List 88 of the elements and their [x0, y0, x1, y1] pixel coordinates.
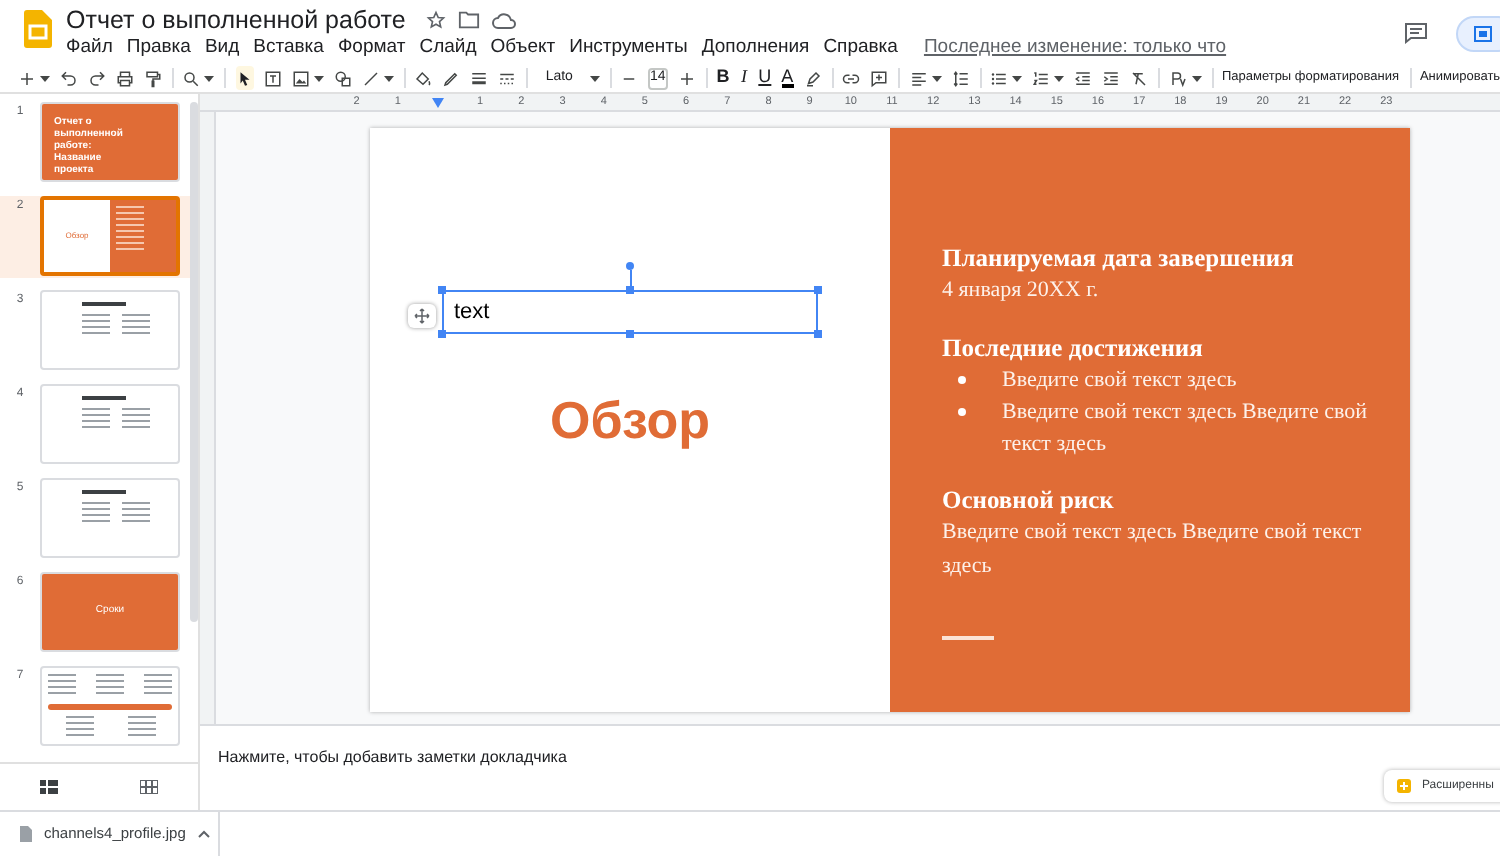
comment-icon[interactable]: [1404, 22, 1428, 44]
resize-handle[interactable]: [814, 330, 822, 338]
menu-item[interactable]: Дополнения: [701, 36, 810, 60]
speaker-notes-field[interactable]: Нажмите, чтобы добавить заметки докладчика: [218, 746, 567, 770]
line-icon[interactable]: [361, 69, 380, 87]
rotate-handle[interactable]: [626, 262, 634, 270]
menu-item[interactable]: Инструменты: [569, 36, 688, 60]
menu-item[interactable]: Объект: [490, 36, 556, 60]
line-spacing-icon[interactable]: [951, 69, 970, 87]
text-box[interactable]: text: [442, 290, 818, 334]
redo-icon[interactable]: [88, 69, 106, 87]
italic-button[interactable]: I: [739, 64, 749, 92]
bold-button[interactable]: B: [716, 64, 730, 92]
text-box-text: text: [454, 300, 490, 324]
caret-icon[interactable]: [589, 75, 599, 81]
present-icon: [1474, 26, 1492, 42]
slide-thumbnail[interactable]: [40, 290, 180, 370]
slide-canvas[interactable]: [370, 128, 1410, 712]
section-text: Введите свой текст здесь Введите свой текст здесь: [942, 518, 1364, 582]
grid-view-icon[interactable]: [139, 780, 158, 794]
align-icon[interactable]: [909, 69, 928, 87]
numbered-list-icon[interactable]: [1032, 69, 1051, 87]
chevron-up-icon[interactable]: [197, 830, 210, 838]
caret-icon[interactable]: [313, 75, 324, 81]
accent-line: [942, 636, 994, 640]
cursor-icon[interactable]: [235, 66, 254, 90]
move-handle[interactable]: [408, 304, 436, 328]
bullet-text: Введите свой текст здесь: [1002, 366, 1237, 396]
highlighter-icon[interactable]: [803, 69, 822, 87]
decrease-indent-icon[interactable]: [1074, 69, 1093, 87]
caret-icon[interactable]: [931, 75, 942, 81]
indent-marker-icon[interactable]: [432, 97, 445, 107]
underline-button[interactable]: U: [758, 64, 772, 92]
slide-thumbnail[interactable]: [40, 478, 180, 558]
paint-roller-icon[interactable]: [144, 69, 162, 87]
print-icon[interactable]: [116, 69, 134, 87]
section-text: 4 января 20XX г.: [942, 276, 1101, 306]
dashed-line-icon[interactable]: [498, 69, 517, 87]
bullet-icon: [958, 376, 966, 384]
resize-handle[interactable]: [814, 286, 822, 294]
caret-icon[interactable]: [383, 75, 394, 81]
text-box-icon[interactable]: [263, 69, 282, 87]
undo-icon[interactable]: [60, 69, 78, 87]
menu-item[interactable]: Формат: [337, 36, 406, 60]
zoom-icon[interactable]: [182, 69, 201, 87]
document-title[interactable]: Отчет о выполненной работе: [66, 4, 406, 36]
menu-item[interactable]: Правка: [126, 36, 191, 60]
caret-icon[interactable]: [40, 75, 50, 81]
text-color-button[interactable]: A: [781, 68, 794, 88]
shapes-icon[interactable]: [333, 69, 352, 87]
pv-icon[interactable]: [1169, 69, 1187, 87]
resize-handle[interactable]: [626, 286, 634, 294]
filmstrip-view-icon[interactable]: [40, 780, 59, 794]
pen-icon[interactable]: [442, 69, 461, 87]
resize-handle[interactable]: [438, 330, 446, 338]
link-icon[interactable]: [842, 69, 861, 87]
menu-item[interactable]: Слайд: [419, 36, 477, 60]
increase-indent-icon[interactable]: [1102, 69, 1121, 87]
clear-formatting-icon[interactable]: [1130, 69, 1149, 87]
section-heading: Последние достижения: [942, 332, 1205, 364]
present-button[interactable]: [1456, 16, 1500, 52]
folder-icon[interactable]: [457, 10, 480, 30]
menu-item[interactable]: Справка: [823, 36, 898, 60]
section-heading: Основной риск: [942, 484, 1116, 516]
resize-handle[interactable]: [438, 286, 446, 294]
menu-item[interactable]: Файл: [66, 36, 113, 60]
star-icon[interactable]: [425, 10, 446, 30]
menu-item[interactable]: Вид: [204, 36, 240, 60]
slide-thumbnail[interactable]: [40, 384, 180, 464]
section-heading: Планируемая дата завершения: [942, 242, 1296, 274]
resize-handle[interactable]: [626, 330, 634, 338]
caret-icon[interactable]: [204, 75, 215, 81]
line-weight-icon[interactable]: [470, 69, 489, 87]
slide-thumbnail[interactable]: [40, 666, 180, 746]
bulleted-list-icon[interactable]: [990, 69, 1009, 87]
caret-icon[interactable]: [1012, 75, 1023, 81]
file-icon: [20, 826, 32, 842]
bullet-icon: [958, 408, 966, 416]
explore-icon: [1396, 778, 1412, 794]
add-comment-icon[interactable]: [870, 69, 889, 87]
paint-bucket-icon[interactable]: [414, 69, 433, 87]
image-icon[interactable]: [291, 69, 310, 87]
last-edit-link[interactable]: Последнее изменение: только что: [923, 36, 1227, 60]
cloud-icon[interactable]: [491, 11, 516, 29]
caret-icon[interactable]: [1054, 75, 1065, 81]
menu-item[interactable]: Вставка: [253, 36, 324, 60]
bullet-text: Введите свой текст здесь Введите свой текст здесь: [1002, 398, 1370, 460]
caret-icon[interactable]: [1191, 75, 1201, 81]
